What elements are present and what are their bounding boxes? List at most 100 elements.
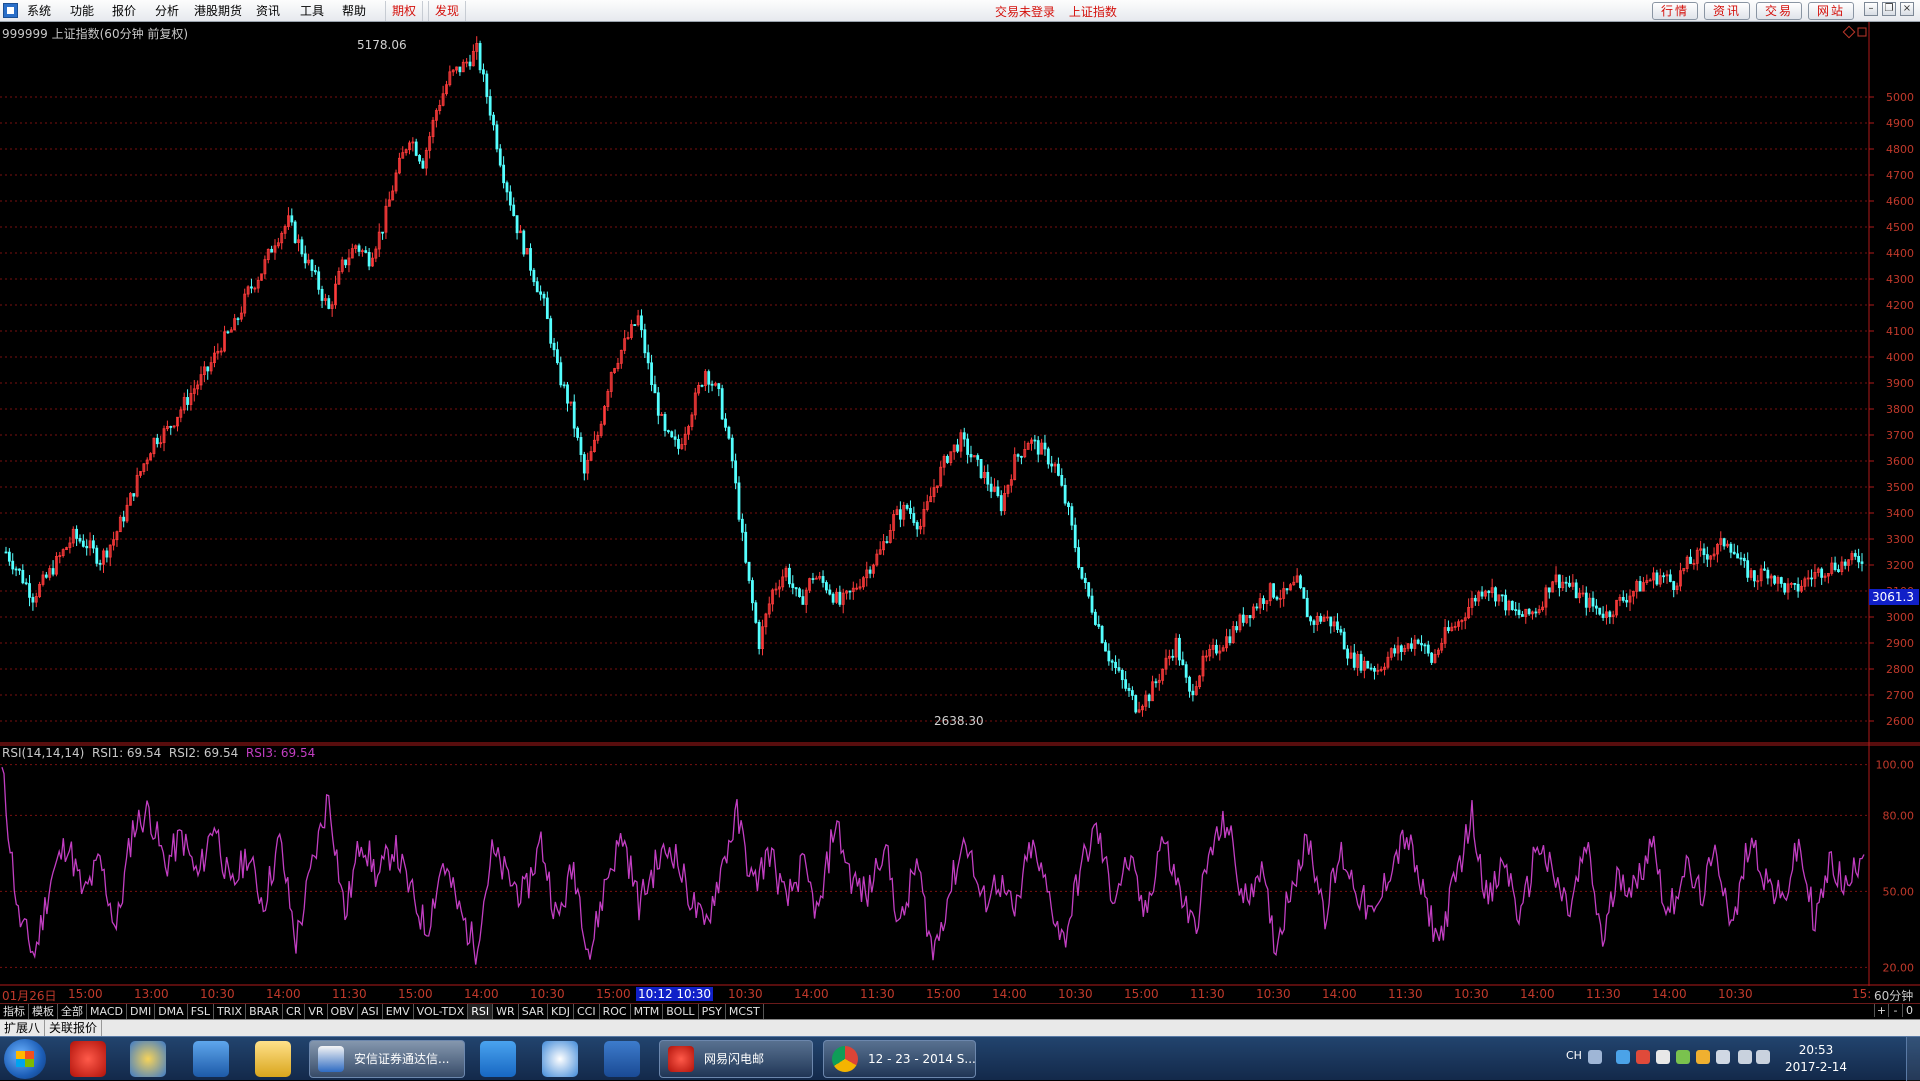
candle-body (317, 271, 321, 290)
indicator-tab-cci[interactable]: CCI (574, 1004, 600, 1019)
candle-body (28, 583, 31, 598)
menu-news[interactable]: 资讯 (256, 3, 280, 19)
network-app-icon[interactable] (1616, 1050, 1630, 1064)
indicator-tab-roc[interactable]: ROC (600, 1004, 631, 1019)
netease-mail-icon[interactable] (70, 1041, 106, 1077)
rsi-tick-label: 80.00 (1883, 809, 1915, 822)
window-switch-icon[interactable] (193, 1041, 229, 1077)
menu-function[interactable]: 功能 (70, 3, 94, 19)
input-language[interactable]: CH (1566, 1049, 1582, 1062)
menu-quote[interactable]: 报价 (112, 3, 136, 19)
start-button[interactable] (4, 1039, 46, 1079)
menu-options[interactable]: 期权 (385, 1, 424, 21)
signal-icon[interactable] (1738, 1050, 1752, 1064)
indicator-tab-brar[interactable]: BRAR (246, 1004, 284, 1019)
zoom-in-button[interactable]: + (1874, 1004, 1888, 1017)
indicator-tab-指标[interactable]: 指标 (0, 1004, 29, 1019)
trade-button[interactable]: 交易 (1756, 2, 1802, 20)
task-tdx-terminal[interactable]: 安信证券通达信... (309, 1040, 465, 1078)
candle-body (1272, 583, 1275, 598)
candle-body (1275, 596, 1279, 600)
candle-body (535, 281, 539, 293)
candle-body (1487, 590, 1491, 594)
volume-icon[interactable] (1756, 1050, 1770, 1064)
indicator-tab-dmi[interactable]: DMI (127, 1004, 156, 1019)
show-desktop-button[interactable] (1906, 1037, 1920, 1081)
v-app-icon[interactable] (480, 1041, 516, 1077)
candle-body (1090, 595, 1094, 613)
indicator-tab-dma[interactable]: DMA (155, 1004, 188, 1019)
menu-analysis[interactable]: 分析 (155, 3, 179, 19)
menu-tools[interactable]: 工具 (300, 3, 324, 19)
word-icon[interactable] (604, 1041, 640, 1077)
indicator-tab-全部[interactable]: 全部 (58, 1004, 87, 1019)
tab-extension[interactable]: 扩展八 (0, 1020, 46, 1036)
indicator-tab-vr[interactable]: VR (305, 1004, 328, 1019)
candle-body (1598, 607, 1602, 615)
indicator-tab-mcst[interactable]: MCST (726, 1004, 764, 1019)
candle-body (1742, 557, 1746, 562)
minimize-icon[interactable]: – (1864, 2, 1878, 16)
current-symbol-status[interactable]: 上证指数 (1069, 5, 1117, 19)
candle-body (1753, 570, 1756, 582)
mail-tray-icon[interactable] (1636, 1050, 1650, 1064)
zoom-out-button[interactable]: - (1888, 1004, 1902, 1017)
tab-related-quotes[interactable]: 关联报价 (45, 1020, 103, 1036)
security-icon[interactable] (1676, 1050, 1690, 1064)
paint-icon[interactable] (130, 1041, 166, 1077)
indicator-tab-macd[interactable]: MACD (87, 1004, 127, 1019)
candle-body (1810, 577, 1813, 580)
indicator-tab-vol-tdx[interactable]: VOL-TDX (414, 1004, 469, 1019)
candle-body (788, 567, 791, 585)
candle-body (1568, 582, 1571, 587)
indicator-tab-kdj[interactable]: KDJ (548, 1004, 574, 1019)
task-netease-mail[interactable]: 网易闪电邮 (659, 1040, 813, 1078)
indicator-tab-obv[interactable]: OBV (328, 1004, 358, 1019)
candle-body (979, 458, 983, 478)
indicator-tab-mtm[interactable]: MTM (631, 1004, 664, 1019)
indicator-tab-cr[interactable]: CR (283, 1004, 306, 1019)
price-tick-label: 4500 (1886, 221, 1914, 234)
tray-app-icon[interactable] (1656, 1050, 1670, 1064)
candle-body (707, 371, 711, 385)
restore-icon[interactable]: ❐ (1882, 2, 1896, 16)
indicator-tab-boll[interactable]: BOLL (663, 1004, 699, 1019)
indicator-tab-wr[interactable]: WR (493, 1004, 519, 1019)
keyboard-icon[interactable] (1588, 1050, 1602, 1064)
clock[interactable]: 20:53 2017-2-14 (1776, 1042, 1856, 1076)
update-icon[interactable] (1696, 1050, 1710, 1064)
printer-icon[interactable] (1716, 1050, 1730, 1064)
app-logo-icon[interactable] (3, 3, 18, 18)
trade-login-status[interactable]: 交易未登录 (995, 5, 1055, 19)
indicator-tab-模板[interactable]: 模板 (29, 1004, 58, 1019)
candle-body (740, 518, 744, 533)
explorer-folder-icon[interactable] (255, 1041, 291, 1077)
menu-hk-futures[interactable]: 港股期货 (194, 3, 242, 19)
task-chrome[interactable]: 12 - 23 - 2014 S... (823, 1040, 976, 1078)
indicator-tab-asi[interactable]: ASI (358, 1004, 383, 1019)
indicator-tab-fsl[interactable]: FSL (188, 1004, 214, 1019)
indicator-tab-emv[interactable]: EMV (383, 1004, 414, 1019)
website-button[interactable]: 网站 (1808, 2, 1854, 20)
news-button[interactable]: 资讯 (1704, 2, 1750, 20)
zoom-reset-button[interactable]: 0 (1902, 1004, 1916, 1017)
indicator-tab-trix[interactable]: TRIX (214, 1004, 247, 1019)
menu-help[interactable]: 帮助 (342, 3, 366, 19)
candle-body (169, 426, 173, 428)
candle-body (1057, 463, 1060, 476)
period-label[interactable]: 60分钟 (1874, 987, 1913, 1004)
menu-system[interactable]: 系统 (27, 3, 51, 19)
close-icon[interactable]: × (1900, 2, 1914, 16)
menu-discover[interactable]: 发现 (428, 1, 467, 21)
indicator-tab-psy[interactable]: PSY (699, 1004, 726, 1019)
quotes-button[interactable]: 行情 (1652, 2, 1698, 20)
indicator-tab-sar[interactable]: SAR (519, 1004, 549, 1019)
candle-body (344, 259, 347, 266)
candle-body (653, 384, 657, 394)
price-tick-label: 4100 (1886, 325, 1914, 338)
indicator-tab-rsi[interactable]: RSI (468, 1004, 494, 1019)
price-chart[interactable]: 5000 4900 4800 4700 4600 4500 4400 4300 4200 4100… (0, 22, 1920, 744)
weibo-icon[interactable] (542, 1041, 578, 1077)
rsi-chart[interactable]: 100.00 80.00 50.00 20.00 (0, 744, 1920, 986)
candle-body (105, 550, 109, 558)
